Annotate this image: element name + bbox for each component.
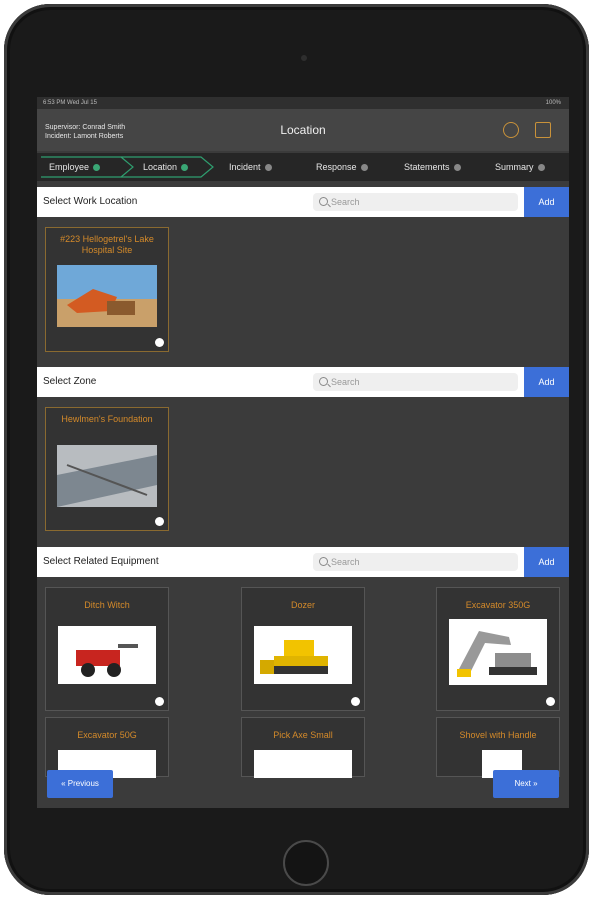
equipment-check-icon <box>155 697 164 706</box>
zone-check-icon <box>155 517 164 526</box>
equipment-check-icon <box>351 697 360 706</box>
home-button[interactable] <box>283 840 329 886</box>
step-response[interactable]: Response <box>316 160 368 174</box>
location-card[interactable]: #223 Hellogetrel's Lake Hospital Site <box>45 227 169 352</box>
title-bar: Supervisor: Conrad Smith Incident: Lamon… <box>37 109 569 151</box>
equipment-card[interactable]: Excavator 350G <box>436 587 560 711</box>
equipment-card[interactable]: Pick Axe Small <box>241 717 365 778</box>
app-screen: 6:53 PM Wed Jul 15 100% Supervisor: Conr… <box>37 97 569 808</box>
equipment-photo <box>449 619 547 685</box>
equipment-card-title: Excavator 350G <box>465 600 531 610</box>
equipment-card-title: Shovel with Handle <box>459 730 537 740</box>
equipment-section-label: Select Related Equipment <box>43 556 159 567</box>
equipment-section-bar: Select Related Equipment Search Add <box>37 547 569 577</box>
step-location[interactable]: Location <box>143 160 189 174</box>
previous-button[interactable]: « Previous <box>47 770 113 798</box>
equipment-card-title: Excavator 50G <box>77 730 137 740</box>
status-battery: 100% <box>545 100 561 106</box>
search-icon <box>319 557 328 566</box>
equipment-photo <box>254 750 352 778</box>
zone-card-title: Hewlmen's Foundation <box>61 414 153 424</box>
equipment-card-title: Ditch Witch <box>84 600 130 610</box>
location-photo <box>57 265 157 327</box>
step-summary[interactable]: Summary <box>495 160 545 174</box>
step-chevrons <box>41 156 214 178</box>
equipment-photo <box>254 626 352 684</box>
zone-card[interactable]: Hewlmen's Foundation <box>45 407 169 531</box>
equipment-search-input[interactable]: Search <box>313 553 518 571</box>
equipment-check-icon <box>546 697 555 706</box>
zone-photo <box>57 445 157 507</box>
progress-steps: Employee Location Incident Response Stat… <box>37 153 569 181</box>
equipment-card[interactable]: Shovel with Handle <box>436 717 560 778</box>
equipment-card-title: Pick Axe Small <box>273 730 333 740</box>
step-statements[interactable]: Statements <box>404 160 461 174</box>
equipment-card[interactable]: Excavator 50G <box>45 717 169 778</box>
zone-add-button[interactable]: Add <box>524 367 569 397</box>
equipment-card[interactable]: Ditch Witch <box>45 587 169 711</box>
equipment-photo <box>58 626 156 684</box>
search-icon <box>319 197 328 206</box>
zone-section-label: Select Zone <box>43 376 97 387</box>
location-section-bar: Select Work Location Search Add <box>37 187 569 217</box>
location-card-title: #223 Hellogetrel's Lake Hospital Site <box>60 234 154 255</box>
location-section-label: Select Work Location <box>43 196 138 207</box>
status-bar: 6:53 PM Wed Jul 15 100% <box>37 97 569 109</box>
equipment-add-button[interactable]: Add <box>524 547 569 577</box>
page-title: Location <box>280 123 326 137</box>
menu-icon[interactable] <box>535 122 551 138</box>
home-icon[interactable] <box>503 122 519 138</box>
equipment-card[interactable]: Dozer <box>241 587 365 711</box>
location-check-icon <box>155 338 164 347</box>
front-camera <box>301 55 307 61</box>
step-employee[interactable]: Employee <box>49 160 101 174</box>
zone-search-input[interactable]: Search <box>313 373 518 391</box>
location-add-button[interactable]: Add <box>524 187 569 217</box>
zone-section-bar: Select Zone Search Add <box>37 367 569 397</box>
step-incident[interactable]: Incident <box>229 160 272 174</box>
search-icon <box>319 377 328 386</box>
status-time: 6:53 PM Wed Jul 15 <box>43 100 97 106</box>
equipment-card-title: Dozer <box>290 600 315 610</box>
next-button[interactable]: Next » <box>493 770 559 798</box>
location-search-input[interactable]: Search <box>313 193 518 211</box>
